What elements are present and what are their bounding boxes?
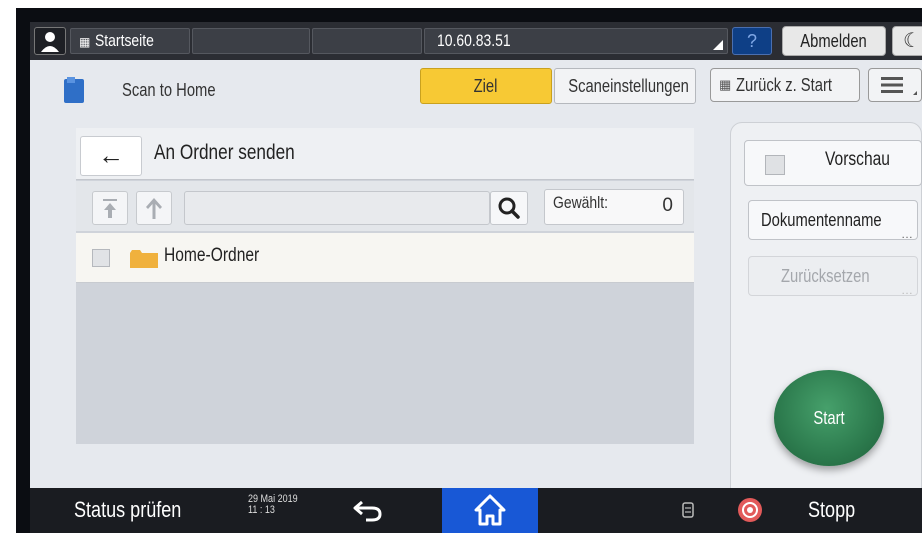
app-title: Scan to Home [122,80,216,100]
preview-button[interactable]: Vorschau [744,140,922,186]
selected-count: 0 [662,195,673,216]
ip-address: 10.60.83.51 [437,31,511,50]
document-name-button[interactable]: Dokumentenname … [748,200,918,241]
back-button[interactable]: ← [80,136,142,176]
energy-saver-button[interactable]: ☾ [892,26,922,56]
home-icon [474,494,506,526]
reset-button[interactable]: Zurücksetzen … [748,256,918,297]
folder-path-input[interactable] [184,191,490,225]
arrow-to-top-icon [103,199,117,218]
panel-header: ← An Ordner senden [76,128,694,180]
panel-title: An Ordner senden [154,141,295,164]
user-icon [41,32,59,52]
list-item[interactable]: Home-Ordner [76,233,694,283]
time: 11 : 13 [248,504,275,516]
touch-screen: ▦ Startseite 10.60.83.51 ? Abmelden ☾ Sc… [30,22,922,533]
empty-tab-slot [312,28,422,54]
preview-checkbox[interactable] [765,155,785,175]
preview-label: Vorschau [825,149,890,170]
return-icon[interactable] [352,496,386,524]
top-status-bar: ▦ Startseite 10.60.83.51 ? Abmelden ☾ [30,22,922,60]
user-button[interactable] [34,27,66,55]
arrow-left-icon: ← [98,140,124,170]
logout-button[interactable]: Abmelden [782,26,886,56]
hamburger-icon [881,77,917,95]
search-icon [498,197,520,219]
storage-icon [682,502,694,518]
go-to-top-button[interactable] [92,191,128,225]
ip-address-display: 10.60.83.51 [424,28,728,54]
bottom-bar: Status prüfen 29 Mai 2019 11 : 13 Stopp [30,488,922,533]
home-button[interactable] [442,488,538,533]
tab-scaneinstellungen[interactable]: Scaneinstellungen [554,68,696,104]
folder-toolbar: Gewählt: 0 [76,181,694,231]
document-name-label: Dokumentenname [761,210,882,230]
resize-corner-icon [713,40,723,50]
item-label: Home-Ordner [164,245,260,266]
home-tab-label: Startseite [95,31,154,50]
scan-to-home-icon [64,77,84,103]
stop-icon[interactable] [738,498,762,522]
tab-ziel-label: Ziel [474,76,498,96]
more-dots-icon: … [901,283,913,297]
grid-icon: ▦ [719,77,732,92]
home-tab[interactable]: ▦ Startseite [70,28,190,54]
start-button[interactable]: Start [774,370,884,466]
back-to-start-label: Zurück z. Start [736,75,833,95]
stop-hand-icon [742,502,758,518]
more-dots-icon: … [901,227,913,241]
arrow-up-icon [146,198,162,219]
home-tab-icon: ▦ [79,35,91,49]
selected-count-display: Gewählt: 0 [544,189,684,225]
date-time-display: 29 Mai 2019 11 : 13 [248,494,309,516]
start-label: Start [813,408,845,428]
search-button[interactable] [490,191,528,225]
folder-icon [130,250,158,268]
logout-label: Abmelden [800,31,868,51]
back-to-start-button[interactable]: ▦ Zurück z. Start [710,68,860,102]
empty-tab-slot [192,28,310,54]
help-button[interactable]: ? [732,27,772,55]
parent-folder-button[interactable] [136,191,172,225]
folder-browser-panel: ← An Ordner senden Gewählt: 0 Home-Ordne… [76,128,694,444]
tab-scaneinstellungen-label: Scaneinstellungen [568,76,689,96]
selected-label: Gewählt: [553,193,609,212]
reset-label: Zurücksetzen [781,266,870,286]
check-status-button[interactable]: Status prüfen [74,494,205,526]
moon-icon: ☾ [903,30,921,52]
menu-button[interactable] [868,68,922,102]
tab-ziel[interactable]: Ziel [420,68,552,104]
item-checkbox[interactable] [92,249,110,267]
stop-button[interactable]: Stopp [808,494,866,526]
